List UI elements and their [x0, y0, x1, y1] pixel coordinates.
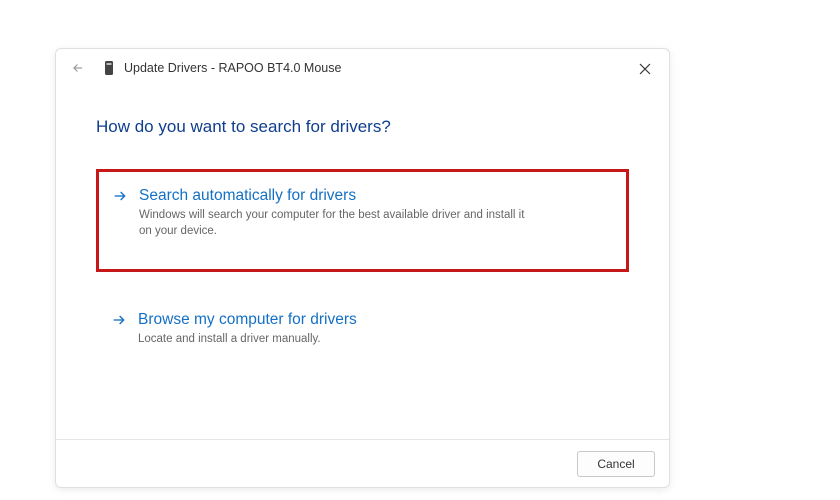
dialog-content: How do you want to search for drivers? S… [56, 87, 669, 439]
option-browse-computer[interactable]: Browse my computer for drivers Locate an… [96, 294, 629, 366]
option-title: Browse my computer for drivers [138, 310, 357, 330]
option-description: Locate and install a driver manually. [138, 332, 357, 348]
option-text-block: Browse my computer for drivers Locate an… [138, 310, 357, 348]
dialog-footer: Cancel [56, 439, 669, 487]
option-text-block: Search automatically for drivers Windows… [139, 186, 539, 239]
arrow-right-icon [110, 312, 128, 330]
option-title: Search automatically for drivers [139, 186, 539, 206]
option-description: Windows will search your computer for th… [139, 208, 539, 239]
back-arrow-icon[interactable] [66, 56, 90, 80]
dialog-title: Update Drivers - RAPOO BT4.0 Mouse [124, 61, 341, 75]
arrow-right-icon [111, 188, 129, 206]
titlebar: Update Drivers - RAPOO BT4.0 Mouse [56, 49, 669, 87]
option-search-automatically[interactable]: Search automatically for drivers Windows… [96, 169, 629, 272]
device-icon [102, 59, 116, 77]
cancel-button[interactable]: Cancel [577, 451, 655, 477]
dialog-heading: How do you want to search for drivers? [96, 117, 629, 137]
update-drivers-dialog: Update Drivers - RAPOO BT4.0 Mouse How d… [55, 48, 670, 488]
close-icon[interactable] [633, 57, 657, 81]
